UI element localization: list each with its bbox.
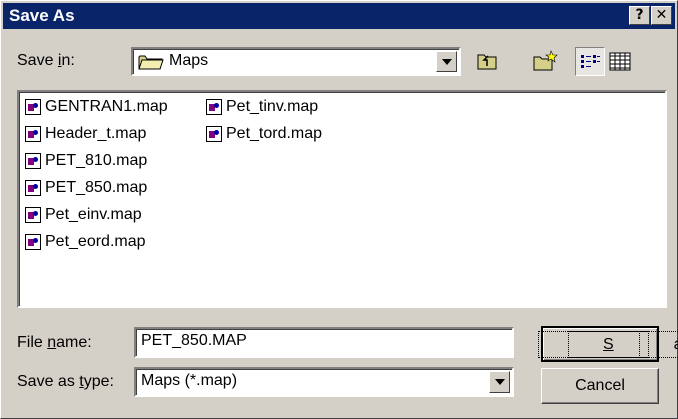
save-in-label: Save in: [17, 52, 75, 69]
file-item[interactable]: PET_850.map [25, 177, 147, 199]
save-as-dialog: Save As ? ✕ Save in: Maps GENTRAN1.map H… [0, 0, 678, 419]
new-folder-button[interactable] [530, 47, 560, 76]
chevron-down-icon[interactable] [436, 51, 457, 72]
title-bar[interactable]: Save As ? ✕ [3, 3, 675, 29]
map-file-icon [206, 99, 222, 115]
file-item[interactable]: GENTRAN1.map [25, 96, 168, 118]
list-view-button[interactable] [575, 47, 605, 76]
save-in-dropdown[interactable]: Maps [131, 47, 461, 76]
map-file-icon [25, 234, 41, 250]
cancel-button[interactable]: Cancel [541, 368, 659, 404]
save-as-type-dropdown[interactable]: Maps (*.map) [134, 367, 514, 397]
folder-icon [138, 53, 164, 76]
file-item[interactable]: PET_810.map [25, 150, 147, 172]
map-file-icon [206, 126, 222, 142]
save-button[interactable]: Save [537, 326, 678, 362]
save-as-type-label: Save as type: [17, 373, 114, 390]
file-name-value: PET_850.MAP [141, 332, 247, 349]
details-view-icon [609, 52, 631, 71]
file-item[interactable]: Pet_eord.map [25, 231, 146, 253]
up-one-level-button[interactable] [472, 47, 502, 76]
map-file-icon [25, 99, 41, 115]
up-one-level-icon [477, 54, 497, 70]
file-item[interactable]: Pet_tinv.map [206, 96, 318, 118]
file-item[interactable]: Pet_einv.map [25, 204, 142, 226]
help-button[interactable]: ? [629, 6, 650, 25]
map-file-icon [25, 153, 41, 169]
file-name-input[interactable]: PET_850.MAP [134, 327, 514, 358]
file-list[interactable]: GENTRAN1.map Header_t.map PET_810.map PE… [17, 90, 667, 308]
file-item[interactable]: Pet_tord.map [206, 123, 322, 145]
file-item[interactable]: Header_t.map [25, 123, 146, 145]
map-file-icon [25, 180, 41, 196]
map-file-icon [25, 126, 41, 142]
close-button[interactable]: ✕ [651, 6, 672, 25]
details-view-button[interactable] [605, 47, 635, 76]
save-in-value: Maps [169, 52, 209, 69]
list-view-icon [581, 55, 600, 68]
file-name-label: File name: [17, 334, 92, 351]
chevron-down-icon[interactable] [489, 371, 510, 393]
map-file-icon [25, 207, 41, 223]
new-folder-icon [533, 50, 558, 71]
save-as-type-value: Maps (*.map) [141, 372, 238, 389]
dialog-title: Save As [9, 6, 75, 25]
